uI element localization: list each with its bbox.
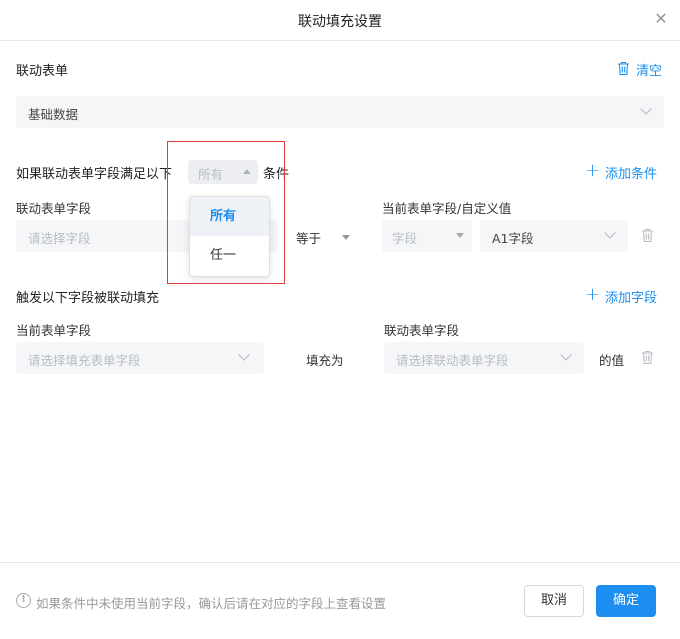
linked-form-label: 联动表单 — [16, 64, 69, 79]
col-linked-field-label: 联动表单字段 — [16, 201, 92, 216]
plus-icon: + — [585, 284, 601, 305]
linked-form-select[interactable]: 基础数据 — [16, 96, 664, 128]
trash-icon — [618, 61, 629, 76]
fill-as-label: 填充为 — [306, 353, 344, 368]
chevron-down-icon — [560, 349, 572, 361]
fill-linked-field-select[interactable]: 请选择联动表单字段 — [384, 342, 584, 374]
caret-down-icon — [342, 235, 350, 240]
cancel-button[interactable]: 取消 — [524, 585, 584, 617]
value-field-value: A1字段 — [492, 231, 534, 246]
condition-prefix: 如果联动表单字段满足以下 — [16, 167, 173, 182]
operator-value: 等于 — [296, 231, 322, 246]
value-suffix-label: 的值 — [599, 353, 625, 368]
fill-col-linked-label: 联动表单字段 — [384, 323, 460, 338]
add-condition-label: 添加条件 — [605, 167, 658, 182]
linked-form-value: 基础数据 — [28, 107, 79, 122]
delete-field-icon[interactable] — [641, 350, 654, 365]
ok-button[interactable]: 确定 — [596, 585, 656, 617]
footer-divider — [0, 562, 680, 563]
close-icon[interactable]: ✕ — [652, 10, 670, 28]
delete-condition-icon[interactable] — [641, 228, 654, 243]
footer-hint: 如果条件中未使用当前字段，确认后请在对应的字段上查看设置 — [36, 596, 387, 611]
info-icon: ! — [16, 593, 31, 608]
clear-label: 清空 — [636, 64, 663, 79]
fill-label: 触发以下字段被联动填充 — [16, 291, 160, 306]
fill-col-current-label: 当前表单字段 — [16, 323, 92, 338]
chevron-down-icon — [640, 103, 652, 115]
add-field-label: 添加字段 — [605, 291, 658, 306]
chevron-down-icon — [238, 349, 250, 361]
value-type-select[interactable]: 字段 — [382, 220, 472, 252]
fill-linked-placeholder: 请选择联动表单字段 — [396, 353, 509, 368]
operator-select[interactable]: 等于 — [296, 228, 350, 247]
fill-current-field-select[interactable]: 请选择填充表单字段 — [16, 342, 264, 374]
value-field-select[interactable]: A1字段 — [480, 220, 628, 252]
linked-field-placeholder: 请选择字段 — [28, 231, 91, 246]
plus-icon: + — [585, 160, 601, 181]
chevron-down-icon — [604, 227, 616, 239]
dialog-title: 联动填充设置 — [298, 14, 382, 30]
col-current-field-label: 当前表单字段/自定义值 — [382, 201, 512, 216]
fill-current-placeholder: 请选择填充表单字段 — [28, 353, 141, 368]
caret-down-icon — [456, 233, 464, 238]
highlight-box — [167, 141, 285, 284]
value-type-value: 字段 — [392, 231, 418, 246]
